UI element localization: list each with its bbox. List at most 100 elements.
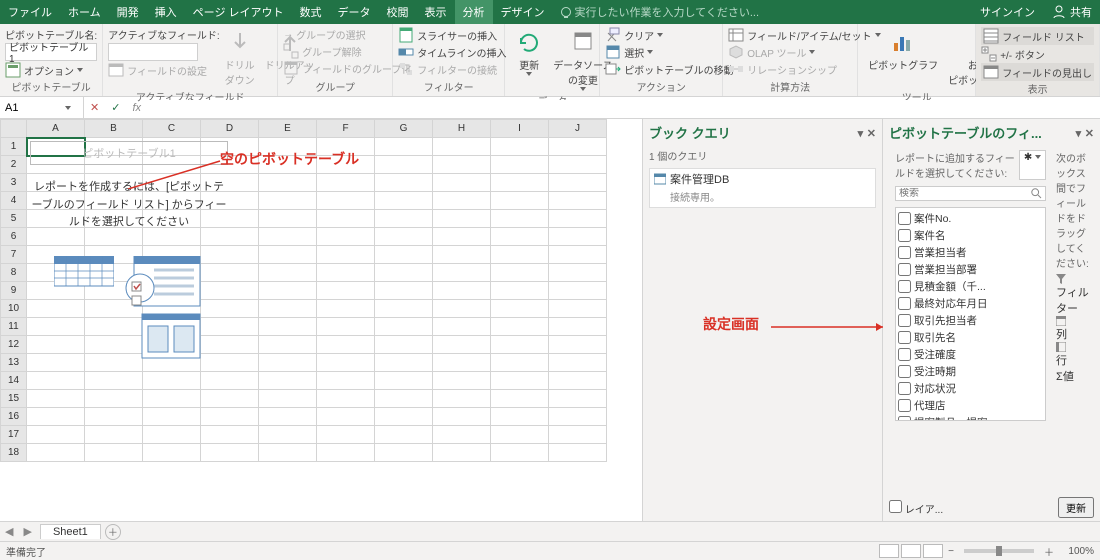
cell[interactable] <box>259 318 317 336</box>
cell[interactable] <box>375 336 433 354</box>
cell[interactable] <box>433 426 491 444</box>
cell[interactable] <box>143 372 201 390</box>
zoom-out-button[interactable]: − <box>944 546 958 557</box>
view-pagebreak-button[interactable] <box>923 544 943 558</box>
cell[interactable] <box>549 300 607 318</box>
cell[interactable] <box>433 282 491 300</box>
cell[interactable] <box>491 426 549 444</box>
cell[interactable] <box>433 444 491 462</box>
plus-minus-toggle[interactable]: +/- ボタン <box>981 46 1094 62</box>
menu-home[interactable]: ホーム <box>60 0 109 24</box>
share-button[interactable]: 共有 <box>1043 0 1100 24</box>
cell[interactable] <box>317 444 375 462</box>
cell[interactable] <box>491 444 549 462</box>
cell[interactable] <box>491 246 549 264</box>
row-header[interactable]: 3 <box>1 174 27 192</box>
col-header[interactable]: G <box>375 120 433 138</box>
row-header[interactable]: 1 <box>1 138 27 156</box>
cell[interactable] <box>317 426 375 444</box>
cell[interactable] <box>491 318 549 336</box>
cell[interactable] <box>201 390 259 408</box>
cell[interactable] <box>549 156 607 174</box>
cell[interactable] <box>259 174 317 192</box>
menu-analyze[interactable]: 分析 <box>455 0 493 24</box>
field-item[interactable]: 営業担当部署 <box>898 261 1043 278</box>
field-checkbox[interactable] <box>898 416 911 421</box>
menu-formula[interactable]: 数式 <box>292 0 330 24</box>
cell[interactable] <box>433 264 491 282</box>
pivot-fields-close[interactable]: ✕ <box>1085 128 1094 140</box>
signin-button[interactable]: サインイン <box>972 0 1043 24</box>
row-header[interactable]: 4 <box>1 192 27 210</box>
row-header[interactable]: 10 <box>1 300 27 318</box>
cell[interactable] <box>549 264 607 282</box>
field-checkbox[interactable] <box>898 314 911 327</box>
pivot-name-input[interactable]: ピボットテーブル1 <box>5 43 97 61</box>
cell[interactable] <box>491 408 549 426</box>
menu-file[interactable]: ファイル <box>0 0 60 24</box>
menu-review[interactable]: 校閲 <box>379 0 417 24</box>
cell[interactable] <box>317 228 375 246</box>
cell[interactable] <box>375 426 433 444</box>
cell[interactable] <box>85 390 143 408</box>
row-header[interactable]: 18 <box>1 444 27 462</box>
cell[interactable] <box>85 444 143 462</box>
clear-button[interactable]: クリア <box>605 27 733 43</box>
col-header[interactable]: E <box>259 120 317 138</box>
cell[interactable] <box>433 300 491 318</box>
cell[interactable] <box>491 174 549 192</box>
cell[interactable] <box>317 408 375 426</box>
cell[interactable] <box>27 372 85 390</box>
cell[interactable] <box>491 390 549 408</box>
cell[interactable] <box>433 174 491 192</box>
row-header[interactable]: 6 <box>1 228 27 246</box>
cell[interactable] <box>317 174 375 192</box>
insert-timeline-button[interactable]: タイムラインの挿入 <box>398 44 506 60</box>
col-header[interactable]: J <box>549 120 607 138</box>
row-header[interactable]: 13 <box>1 354 27 372</box>
cell[interactable] <box>259 444 317 462</box>
cell[interactable] <box>259 192 317 210</box>
cell[interactable] <box>549 228 607 246</box>
field-headers-toggle[interactable]: フィールドの見出し <box>981 63 1094 81</box>
field-checkbox[interactable] <box>898 263 911 276</box>
cell[interactable] <box>433 408 491 426</box>
cell[interactable] <box>317 210 375 228</box>
field-list[interactable]: 案件No.案件名営業担当者営業担当部署見積金額（千...最終対応年月日取引先担当… <box>895 207 1046 421</box>
zoom-slider[interactable] <box>964 549 1034 553</box>
cell[interactable] <box>375 372 433 390</box>
field-checkbox[interactable] <box>898 348 911 361</box>
cell[interactable] <box>85 372 143 390</box>
cell[interactable] <box>259 138 317 156</box>
fx-button[interactable]: fx <box>126 102 147 114</box>
name-box[interactable] <box>0 97 84 118</box>
zoom-in-button[interactable]: ＋ <box>1040 544 1058 559</box>
refresh-button[interactable]: 更新 <box>510 27 548 78</box>
row-header[interactable]: 12 <box>1 336 27 354</box>
insert-slicer-button[interactable]: スライサーの挿入 <box>398 27 506 43</box>
cell[interactable] <box>375 444 433 462</box>
field-item[interactable]: 受注確度 <box>898 346 1043 363</box>
col-header[interactable]: B <box>85 120 143 138</box>
cell[interactable] <box>317 138 375 156</box>
field-checkbox[interactable] <box>898 246 911 259</box>
cell[interactable] <box>549 282 607 300</box>
cancel-formula-button[interactable]: ✕ <box>84 101 105 114</box>
cell[interactable] <box>259 210 317 228</box>
col-header[interactable]: I <box>491 120 549 138</box>
cell[interactable] <box>201 426 259 444</box>
cell[interactable] <box>549 372 607 390</box>
cell[interactable] <box>549 390 607 408</box>
cell[interactable] <box>27 426 85 444</box>
cell[interactable] <box>143 444 201 462</box>
cell[interactable] <box>491 354 549 372</box>
cell[interactable] <box>549 318 607 336</box>
cell[interactable] <box>433 192 491 210</box>
cell[interactable] <box>491 156 549 174</box>
field-checkbox[interactable] <box>898 212 911 225</box>
row-header[interactable]: 9 <box>1 282 27 300</box>
cell[interactable] <box>491 210 549 228</box>
chevron-down-icon[interactable] <box>65 106 71 110</box>
cell[interactable] <box>317 156 375 174</box>
cell[interactable] <box>549 246 607 264</box>
